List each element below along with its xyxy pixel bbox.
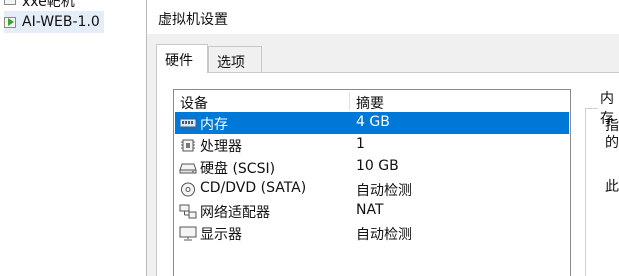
device-row-memory[interactable]: 内存 4 GB [175,112,569,134]
column-header-summary[interactable]: 摘要 [356,93,384,113]
device-summary: 自动检测 [356,183,412,199]
library-item-label: xxe靶机 [22,0,75,10]
device-list-header: 设备 摘要 [174,90,570,112]
network-adapter-icon [179,204,197,219]
library-item-label: AI-WEB-1.0 [22,14,100,30]
memory-icon [179,118,197,130]
library-item-ai-web[interactable]: AI-WEB-1.0 [4,11,104,33]
dialog-titlebar[interactable]: 虚拟机设置 [147,0,619,34]
device-name: 内存 [200,117,228,133]
cd-dvd-icon [181,182,195,197]
device-summary: 10 GB [356,158,399,174]
display-icon [179,226,197,241]
device-summary: 1 [356,136,365,152]
device-summary: NAT [356,202,384,218]
device-row-cd-dvd[interactable]: CD/DVD (SATA) 自动检测 [175,178,569,200]
device-name: 硬盘 (SCSI) [200,161,276,177]
column-header-device[interactable]: 设备 [180,93,208,113]
device-summary: 自动检测 [356,227,412,243]
tab-options[interactable]: 选项 [208,46,262,72]
column-divider[interactable] [349,92,350,110]
device-name: CD/DVD (SATA) [200,180,307,196]
device-name: 网络适配器 [200,205,270,221]
vm-icon [4,0,16,8]
device-summary: 4 GB [356,114,390,130]
processor-icon [181,139,195,152]
device-row-network-adapter[interactable]: 网络适配器 NAT [175,200,569,222]
device-row-hard-disk[interactable]: 硬盘 (SCSI) 10 GB [175,156,569,178]
vm-running-icon [4,16,16,29]
device-name: 显示器 [200,227,242,243]
hard-disk-icon [179,163,197,174]
vm-settings-dialog: 虚拟机设置 硬件 选项 设备 摘要 内存 4 GB 处理器 1 硬盘 (SCSI… [146,0,619,276]
memory-description-line: 此 [605,179,619,195]
device-name: 处理器 [200,139,242,155]
memory-description-line: 的 [605,135,619,151]
device-list[interactable]: 设备 摘要 内存 4 GB 处理器 1 硬盘 (SCSI) 10 GB CD/D… [173,89,571,276]
device-row-display[interactable]: 显示器 自动检测 [175,222,569,244]
library-tree: xxe靶机 AI-WEB-1.0 [0,0,146,276]
hardware-tab-panel: 设备 摘要 内存 4 GB 处理器 1 硬盘 (SCSI) 10 GB CD/D… [156,72,619,276]
tab-hardware[interactable]: 硬件 [156,44,208,73]
tab-strip: 硬件 选项 [147,34,619,73]
device-row-processor[interactable]: 处理器 1 [175,134,569,156]
dialog-title: 虚拟机设置 [158,12,228,28]
